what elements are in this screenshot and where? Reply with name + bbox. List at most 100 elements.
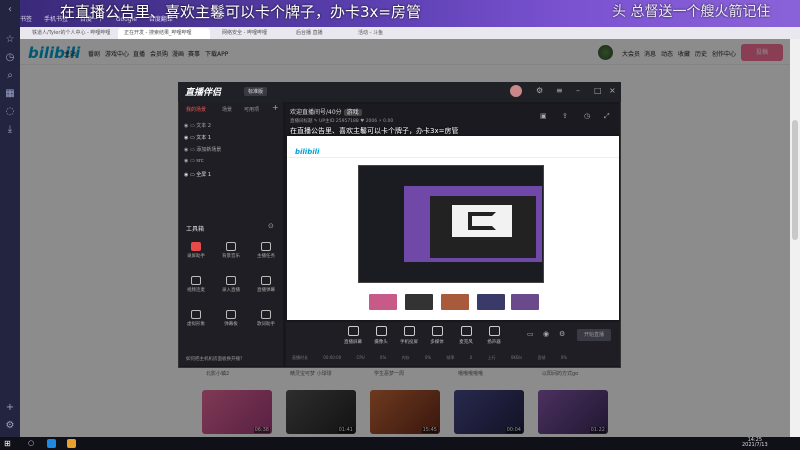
preview-nav — [287, 146, 619, 158]
stat-item: 直播时长 00:00:00 — [292, 355, 342, 360]
lyrics-icon — [261, 310, 271, 319]
tool-label: 视频连麦 — [187, 288, 205, 293]
start-live-button[interactable]: 开始直播 — [577, 329, 611, 341]
file-explorer-icon[interactable] — [67, 439, 76, 448]
browser-tab[interactable]: 活动 - 斗鱼 — [352, 28, 402, 39]
tool-label: 直播弹幕 — [257, 288, 275, 293]
task-icon — [261, 242, 271, 251]
gift-icon[interactable]: ▣ — [540, 112, 547, 120]
share-icon[interactable]: ⇪ — [562, 112, 568, 120]
microphone-icon — [460, 326, 472, 336]
tool-record[interactable]: 录入直播 — [219, 276, 243, 293]
tool-label: 录入直播 — [222, 288, 240, 293]
meta-item: 2006 — [365, 119, 378, 124]
notification-icon[interactable]: ◷ — [584, 112, 590, 120]
back-icon[interactable]: ‹ — [4, 4, 16, 16]
stat-item: 丢帧 0% — [537, 355, 568, 360]
room-meta: 直播间标题 ✎ UP主ID 25957188 ♥ 2006 ⚡ 0.00 — [290, 119, 394, 124]
scene-item[interactable]: ◉ ▭ 全屏 1 — [184, 171, 211, 178]
scene-label: 文本 1 — [196, 135, 212, 141]
tool-video-link[interactable]: 视频连麦 — [184, 276, 208, 293]
meta-item[interactable]: 直播间标题 — [290, 119, 313, 124]
scene-label: 文本 2 — [196, 123, 212, 129]
browser-tab[interactable]: 网络安全 - 哔哩哔哩 — [216, 28, 286, 39]
bookmark-item[interactable]: 书签 — [20, 16, 32, 23]
microphone-button[interactable]: 麦克风 — [451, 326, 481, 345]
scrollbar-thumb[interactable] — [792, 120, 798, 240]
tool-label: 背景音乐 — [222, 254, 240, 259]
minimize-icon[interactable]: – — [576, 86, 580, 95]
scene-item[interactable]: ◉ ▭ 文本 1 — [184, 134, 211, 141]
search-icon[interactable]: ⌕ — [4, 70, 16, 82]
settings-icon[interactable]: ⚙ — [559, 330, 565, 338]
scene-label: 全屏 1 — [196, 172, 212, 178]
scene-item[interactable]: ◉ ▭ src — [184, 158, 204, 164]
stat-item: 帧率 0 — [446, 355, 473, 360]
taskbar — [0, 437, 800, 450]
tab-my-scenes[interactable]: 我的场景 — [186, 106, 206, 113]
preview-thumbnail — [369, 294, 397, 310]
more-icon[interactable]: ⊙ — [268, 222, 274, 230]
settings-icon[interactable]: ⚙ — [4, 420, 16, 432]
preview-thumbnail — [405, 294, 433, 310]
chat-icon[interactable]: ◌ — [4, 106, 16, 118]
preview-thumbnail — [441, 294, 469, 310]
menu-icon[interactable]: ≡ — [556, 86, 563, 95]
tool-danmu[interactable]: 直播弹幕 — [254, 276, 278, 293]
camera-icon — [375, 326, 387, 336]
edge-icon[interactable] — [47, 439, 56, 448]
room-tag[interactable]: 游戏 — [343, 109, 362, 116]
add-scene-icon[interactable]: + — [272, 103, 279, 112]
tool-avatar[interactable]: 虚拟形象 — [184, 310, 208, 327]
speaker-button[interactable]: 扬声器 — [479, 326, 509, 345]
settings-icon[interactable]: ⚙ — [536, 86, 543, 95]
control-label: 扬声器 — [487, 340, 501, 345]
close-icon[interactable]: × — [609, 86, 616, 95]
media-button[interactable]: 多媒体 — [422, 326, 452, 345]
search-icon[interactable]: ○ — [28, 439, 37, 448]
help-tip[interactable]: 如何把主机机房面板换开播？ — [186, 356, 245, 362]
stat-item: 上行 0KB/s — [487, 355, 523, 360]
camera-button[interactable]: 摄像头 — [366, 326, 396, 345]
tool-lyrics[interactable]: 歌词助手 — [254, 310, 278, 327]
fullscreen-icon[interactable]: ⤢ — [604, 112, 610, 121]
scene-item[interactable]: ◉ ▭ 添加新场景 — [184, 146, 221, 153]
add-icon[interactable]: + — [4, 402, 16, 414]
scene-item[interactable]: ◉ ▭ 文本 2 — [184, 122, 211, 129]
stat-item: CPU 0% — [356, 355, 387, 360]
screen-capture-button[interactable]: 直播屏幕 — [338, 326, 368, 345]
download-icon[interactable]: ⤓ — [4, 124, 16, 136]
meta-item: UP主ID 25957188 — [319, 119, 359, 124]
tab-available[interactable]: 可用项 — [244, 106, 259, 113]
user-avatar[interactable] — [510, 85, 522, 97]
meta-item: 0.00 — [383, 119, 394, 124]
star-icon[interactable]: ☆ — [4, 34, 16, 46]
tool-label: 弹幕板 — [224, 322, 238, 327]
video-icon[interactable]: ▭ — [527, 330, 534, 338]
clock-date: 2021/7/13 — [742, 442, 768, 448]
grid-icon[interactable]: ▦ — [4, 88, 16, 100]
history-icon[interactable]: ◷ — [4, 52, 16, 64]
control-label: 手机投屏 — [400, 340, 418, 345]
avatar-icon — [191, 310, 201, 319]
tab-scenes[interactable]: 场景 — [222, 106, 232, 113]
phone-icon — [403, 326, 415, 336]
eye-icon[interactable]: ◉ — [543, 330, 549, 338]
download-icon — [226, 276, 236, 285]
browser-tab-active[interactable]: 正在开发 - 搜索结果_哔哩哔哩 — [118, 28, 210, 39]
browser-tab[interactable]: 铁道人/Tyler的个人中心 - 哔哩哔哩 — [26, 28, 114, 39]
control-label: 麦克风 — [459, 340, 473, 345]
tool-danmu-board[interactable]: 弹幕板 — [219, 310, 243, 327]
tool-bgm[interactable]: 背景音乐 — [219, 242, 243, 259]
toolbox-title: 工具箱 — [186, 226, 205, 233]
scene-label: 添加新场景 — [196, 147, 222, 153]
windows-start-icon[interactable]: ⊞ — [4, 439, 13, 448]
system-clock[interactable]: 14:25 2021/7/13 — [742, 438, 768, 448]
browser-sidebar: ‹ ☆ ◷ ⌕ ▦ ◌ ⤓ + ⚙ — [0, 0, 20, 437]
music-icon — [226, 242, 236, 251]
phone-cast-button[interactable]: 手机投屏 — [394, 326, 424, 345]
browser-tab[interactable]: 后台播 直播 — [290, 28, 348, 39]
tool-tasks[interactable]: 主播任务 — [254, 242, 278, 259]
maximize-icon[interactable]: □ — [594, 86, 602, 95]
tool-screen-record[interactable]: 录屏助手 — [184, 242, 208, 259]
